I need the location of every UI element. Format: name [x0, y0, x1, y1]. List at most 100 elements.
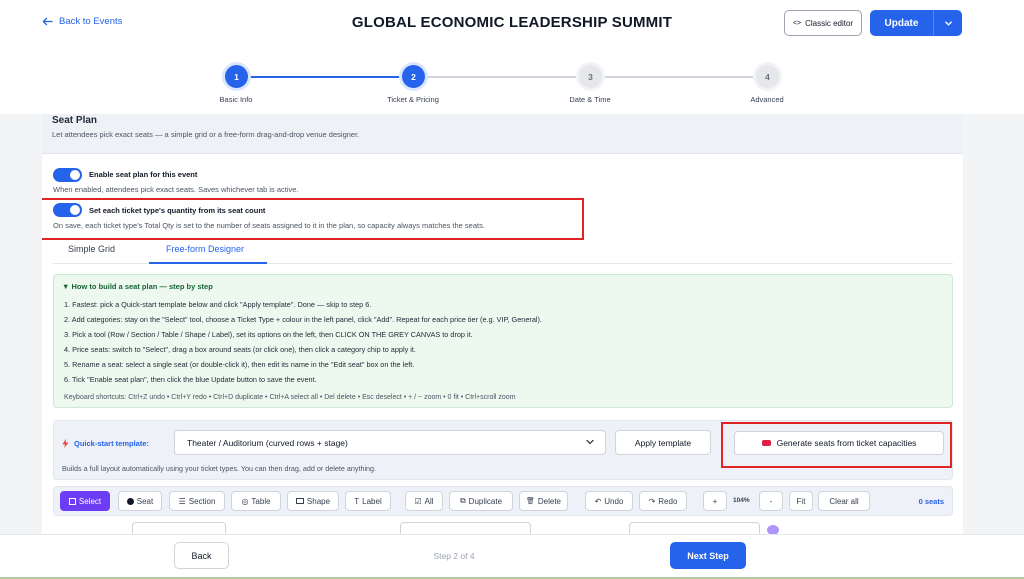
- top-header: Back to Events GLOBAL ECONOMIC LEADERSHI…: [0, 0, 1024, 48]
- classic-editor-button[interactable]: <> Classic editor: [784, 10, 862, 36]
- delete-button[interactable]: 🗑 Delete: [519, 491, 568, 511]
- qty-from-seats-description: On save, each ticket type's Total Qty is…: [53, 221, 485, 230]
- classic-editor-label: Classic editor: [805, 18, 854, 28]
- howto-step-4: 4. Price seats: switch to "Select", drag…: [64, 345, 416, 354]
- tool-select-button[interactable]: Select: [60, 491, 110, 511]
- back-button[interactable]: Back: [174, 542, 229, 569]
- wizard-stepper: 1 2 3 4 Basic Info Ticket & Pricing Date…: [0, 48, 1024, 114]
- qty-from-seats-label: Set each ticket type's quantity from its…: [89, 206, 266, 215]
- purple-dot: [767, 525, 779, 534]
- seat-plan-description: Let attendees pick exact seats — a simpl…: [52, 130, 360, 139]
- seat-plan-header: Seat Plan Let attendees pick exact seats…: [42, 114, 963, 154]
- step-connector-3: [602, 76, 756, 78]
- tab-free-form-designer[interactable]: Free-form Designer: [166, 244, 244, 254]
- zoom-in-button[interactable]: +: [703, 491, 727, 511]
- tool-table-button[interactable]: ◎ Table: [231, 491, 281, 511]
- tool-section-label: Section: [188, 496, 216, 506]
- section-icon: ☰: [178, 496, 186, 506]
- step-2-label: Ticket & Pricing: [387, 95, 439, 104]
- quickstart-note: Builds a full layout automatically using…: [62, 464, 377, 473]
- step-1-circle[interactable]: 1: [225, 65, 248, 88]
- clear-all-button[interactable]: Clear all: [818, 491, 870, 511]
- seat-count: 0 seats: [918, 497, 944, 506]
- keyboard-shortcuts: Keyboard shortcuts: Ctrl+Z undo • Ctrl+Y…: [64, 394, 516, 401]
- howto-panel: ▼ How to build a seat plan — step by ste…: [53, 274, 953, 408]
- wizard-footer: Back Step 2 of 4 Next Step: [0, 534, 1024, 579]
- enable-seat-plan-label: Enable seat plan for this event: [89, 170, 198, 179]
- text-icon: T: [354, 496, 360, 506]
- tool-shape-label: Shape: [306, 496, 331, 506]
- generate-button-highlight: [721, 422, 952, 468]
- duplicate-button[interactable]: ⧉ Duplicate: [449, 491, 513, 511]
- copy-icon: ⧉: [459, 496, 466, 505]
- step-2-circle[interactable]: 2: [402, 65, 425, 88]
- seat-plan-tabs: Simple Grid Free-form Designer: [53, 236, 953, 264]
- howto-step-6: 6. Tick "Enable seat plan", then click t…: [64, 375, 317, 384]
- enable-seat-plan-description: When enabled, attendees pick exact seats…: [53, 185, 299, 194]
- update-button[interactable]: Update: [870, 10, 934, 36]
- undo-icon: ↶: [594, 496, 602, 506]
- howto-step-1: 1. Fastest: pick a Quick-start template …: [64, 300, 372, 309]
- tool-select-label: Select: [78, 496, 102, 506]
- quickstart-label-text: Quick-start template:: [74, 439, 150, 448]
- table-icon: ◎: [241, 496, 249, 506]
- step-3-label: Date & Time: [569, 95, 611, 104]
- howto-step-2: 2. Add categories: stay on the "Select" …: [64, 315, 542, 324]
- right-field: [629, 522, 760, 534]
- redo-icon: ↷: [648, 496, 656, 506]
- delete-label: Delete: [537, 496, 561, 506]
- seat-dot-icon: [126, 497, 134, 505]
- tool-shape-button[interactable]: Shape: [287, 491, 339, 511]
- qty-option-highlight: [42, 198, 584, 240]
- select-box-icon: [68, 497, 76, 505]
- canvas-field: [400, 522, 531, 534]
- checkbox-icon: ☑: [414, 496, 422, 506]
- fit-button[interactable]: Fit: [789, 491, 813, 511]
- step-3-circle[interactable]: 3: [579, 65, 602, 88]
- designer-toolbar: Select Seat ☰ Section ◎ Table Shape T La…: [53, 486, 953, 516]
- step-connector-1: [248, 76, 402, 78]
- left-panel-field: [132, 522, 226, 534]
- zoom-out-button[interactable]: -: [759, 491, 783, 511]
- template-select-value: Theater / Auditorium (curved rows + stag…: [187, 437, 348, 448]
- select-all-label: All: [424, 496, 434, 506]
- update-button-group: Update: [870, 10, 962, 36]
- select-all-button[interactable]: ☑ All: [405, 491, 443, 511]
- howto-step-5: 5. Rename a seat: select a single seat (…: [64, 360, 415, 369]
- undo-label: Undo: [604, 496, 624, 506]
- quickstart-label: Quick-start template:: [62, 439, 149, 448]
- shape-icon: [295, 498, 304, 504]
- update-dropdown-toggle[interactable]: [934, 10, 962, 36]
- enable-seat-plan-toggle[interactable]: [53, 168, 82, 182]
- back-to-events-link[interactable]: Back to Events: [42, 16, 122, 27]
- tool-section-button[interactable]: ☰ Section: [169, 491, 225, 511]
- tab-simple-grid[interactable]: Simple Grid: [68, 244, 115, 254]
- designer-canvas[interactable]: [53, 520, 953, 534]
- undo-button[interactable]: ↶ Undo: [585, 491, 633, 511]
- redo-button[interactable]: ↷ Redo: [639, 491, 687, 511]
- chevron-down-icon: [944, 20, 952, 26]
- tool-seat-button[interactable]: Seat: [118, 491, 162, 511]
- arrow-left-icon: [42, 17, 53, 26]
- tool-label-button[interactable]: T Label: [345, 491, 391, 511]
- step-connector-2: [425, 76, 579, 78]
- template-select[interactable]: Theater / Auditorium (curved rows + stag…: [174, 430, 606, 455]
- tool-label-label: Label: [362, 496, 382, 506]
- code-icon: <>: [792, 19, 802, 27]
- tool-table-label: Table: [251, 496, 271, 506]
- step-4-label: Advanced: [750, 95, 784, 104]
- lightning-icon: [62, 439, 69, 448]
- step-4-circle[interactable]: 4: [756, 65, 779, 88]
- howto-step-3: 3. Pick a tool (Row / Section / Table / …: [64, 330, 473, 339]
- seat-plan-panel: Seat Plan Let attendees pick exact seats…: [42, 114, 963, 534]
- next-step-button[interactable]: Next Step: [670, 542, 746, 569]
- howto-title[interactable]: ▼ How to build a seat plan — step by ste…: [62, 282, 213, 291]
- tool-seat-label: Seat: [136, 496, 154, 506]
- qty-from-seats-toggle[interactable]: [53, 203, 82, 217]
- step-indicator: Step 2 of 4: [433, 551, 475, 561]
- seat-plan-title: Seat Plan: [52, 115, 98, 126]
- apply-template-button[interactable]: Apply template: [615, 430, 711, 455]
- duplicate-label: Duplicate: [468, 496, 503, 506]
- active-tab-indicator: [149, 262, 267, 264]
- trash-icon: 🗑: [525, 498, 535, 505]
